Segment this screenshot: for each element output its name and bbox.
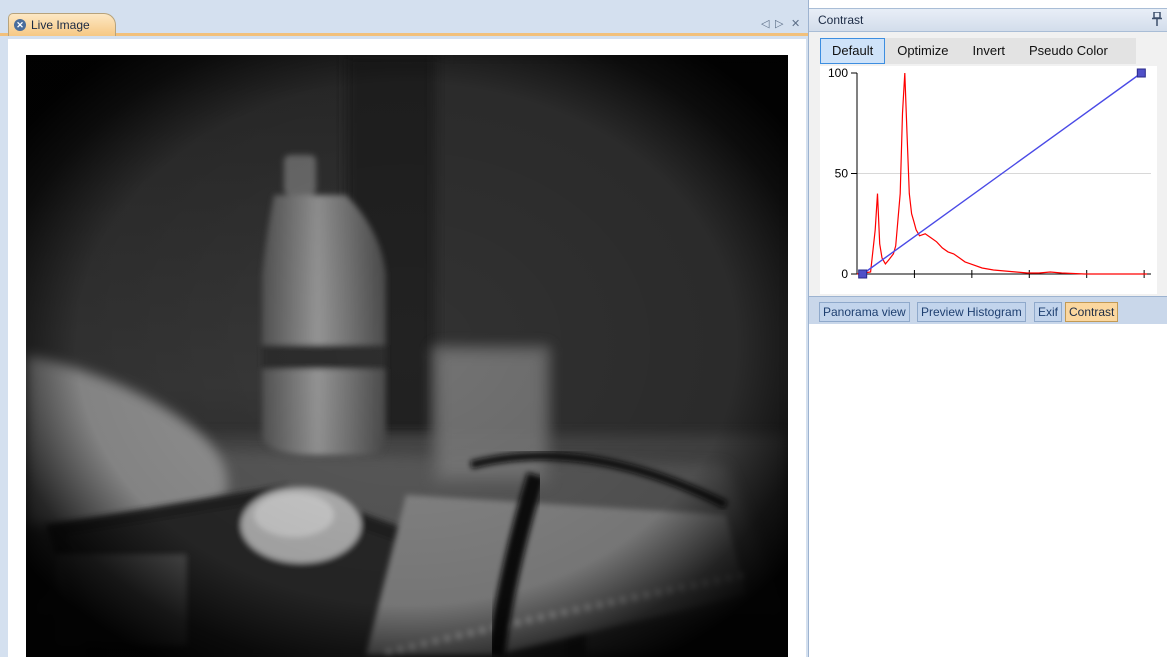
tab-panorama-view[interactable]: Panorama view xyxy=(819,302,910,322)
tab-contrast[interactable]: Contrast xyxy=(1065,302,1119,322)
pin-icon[interactable] xyxy=(1152,11,1162,29)
optimize-button[interactable]: Optimize xyxy=(885,38,961,64)
black-point-handle[interactable] xyxy=(858,269,868,279)
contrast-panel-header: Contrast xyxy=(809,8,1167,32)
contrast-dock-pane: Contrast Default Optimize Invert Pseudo … xyxy=(808,0,1167,657)
scroll-left-icon[interactable]: ◁ xyxy=(761,17,769,30)
live-image[interactable] xyxy=(26,55,788,657)
contrast-panel-body: Default Optimize Invert Pseudo Color 0 50… xyxy=(809,32,1167,296)
live-image-photo xyxy=(26,55,788,657)
tab-exif[interactable]: Exif xyxy=(1034,302,1063,322)
white-point-handle[interactable] xyxy=(1136,68,1146,78)
close-document-icon[interactable]: ✕ xyxy=(791,17,800,30)
invert-button[interactable]: Invert xyxy=(960,38,1018,64)
document-pane: ✕ Live Image ◁ ▷ ✕ xyxy=(0,0,808,657)
contrast-button-row: Default Optimize Invert Pseudo Color xyxy=(820,38,1136,64)
default-button[interactable]: Default xyxy=(820,38,886,64)
y-tick-label: 100 xyxy=(828,66,848,80)
y-tick-label: 0 xyxy=(841,267,848,281)
dock-bottom-tabs: Panorama view Preview Histogram Exif Con… xyxy=(809,296,1167,324)
scroll-right-icon[interactable]: ▷ xyxy=(775,17,783,30)
tab-live-image-label: Live Image xyxy=(31,18,90,32)
contrast-histogram-chart[interactable]: 0 50 100 xyxy=(820,66,1157,294)
pseudo-color-button[interactable]: Pseudo Color xyxy=(1017,38,1120,64)
y-tick-label: 50 xyxy=(835,167,849,181)
tab-preview-histogram[interactable]: Preview Histogram xyxy=(917,302,1026,322)
image-viewport xyxy=(8,39,806,657)
document-tab-strip: ✕ Live Image ◁ ▷ ✕ xyxy=(0,0,808,36)
histogram-svg[interactable]: 0 50 100 xyxy=(820,66,1157,294)
close-circle-icon[interactable]: ✕ xyxy=(14,19,26,31)
tab-live-image[interactable]: ✕ Live Image xyxy=(8,13,116,36)
contrast-panel-title: Contrast xyxy=(818,13,864,27)
